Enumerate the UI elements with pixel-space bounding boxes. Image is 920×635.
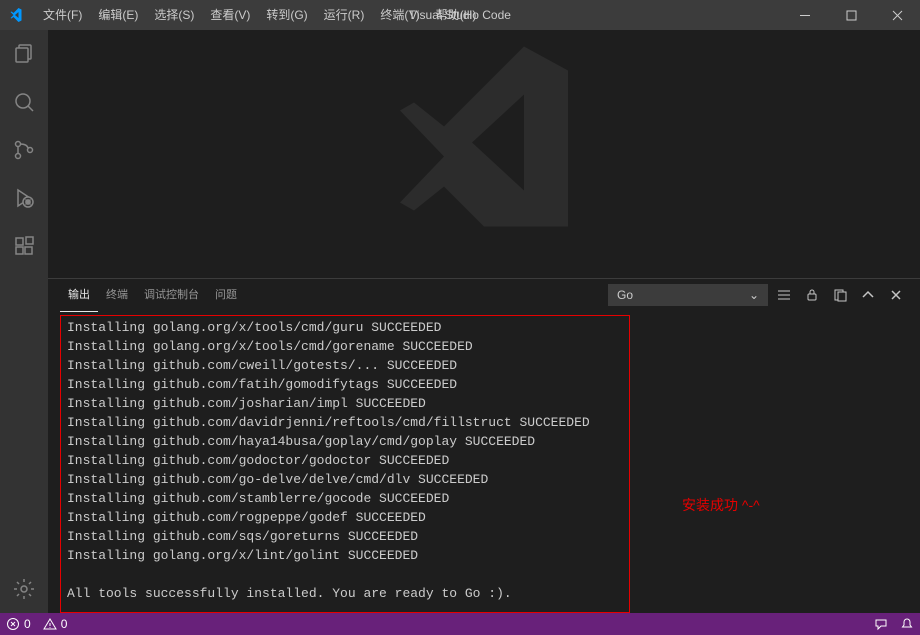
window-title: Visual Studio Code: [409, 8, 511, 22]
menu-go[interactable]: 转到(G): [258, 0, 315, 30]
editor-area[interactable]: [48, 30, 920, 278]
feedback-icon: [874, 617, 888, 631]
warning-icon: [43, 617, 57, 631]
titlebar: 文件(F) 编辑(E) 选择(S) 查看(V) 转到(G) 运行(R) 终端(T…: [0, 0, 920, 30]
maximize-panel-icon[interactable]: [856, 283, 880, 307]
main-area: 输出 终端 调试控制台 问题 Go ⌄: [48, 30, 920, 613]
menu-selection[interactable]: 选择(S): [146, 0, 202, 30]
panel-tabs: 输出 终端 调试控制台 问题 Go ⌄: [48, 279, 920, 311]
panel: 输出 终端 调试控制台 问题 Go ⌄: [48, 278, 920, 613]
status-notifications[interactable]: [894, 613, 920, 635]
bell-icon: [900, 617, 914, 631]
settings-gear-icon[interactable]: [0, 565, 48, 613]
output-content[interactable]: Installing golang.org/x/tools/cmd/guru S…: [60, 315, 630, 613]
tab-problems[interactable]: 问题: [207, 279, 245, 312]
error-icon: [6, 617, 20, 631]
activity-bar: [0, 30, 48, 613]
close-button[interactable]: [874, 0, 920, 30]
tab-terminal[interactable]: 终端: [98, 279, 136, 312]
vscode-watermark-icon: [384, 30, 584, 232]
menu-file[interactable]: 文件(F): [35, 0, 90, 30]
vscode-logo-icon: [0, 7, 35, 23]
status-warnings[interactable]: 0: [37, 613, 74, 635]
clear-output-icon[interactable]: [772, 283, 796, 307]
tab-debug-console[interactable]: 调试控制台: [136, 279, 207, 312]
search-icon[interactable]: [0, 78, 48, 126]
open-log-icon[interactable]: [828, 283, 852, 307]
run-debug-icon[interactable]: [0, 174, 48, 222]
source-control-icon[interactable]: [0, 126, 48, 174]
maximize-button[interactable]: [828, 0, 874, 30]
chevron-down-icon: ⌄: [749, 288, 759, 302]
annotation-text: 安装成功 ^-^: [630, 315, 760, 605]
warning-count: 0: [61, 617, 68, 631]
minimize-button[interactable]: [782, 0, 828, 30]
extensions-icon[interactable]: [0, 222, 48, 270]
menu-run[interactable]: 运行(R): [316, 0, 373, 30]
dropdown-value: Go: [617, 288, 633, 302]
status-feedback[interactable]: [868, 613, 894, 635]
status-bar: 0 0: [0, 613, 920, 635]
tab-output[interactable]: 输出: [60, 279, 98, 312]
close-panel-icon[interactable]: [884, 283, 908, 307]
window-controls: [782, 0, 920, 30]
menu-edit[interactable]: 编辑(E): [90, 0, 146, 30]
menu-view[interactable]: 查看(V): [202, 0, 258, 30]
lock-scroll-icon[interactable]: [800, 283, 824, 307]
error-count: 0: [24, 617, 31, 631]
output-channel-dropdown[interactable]: Go ⌄: [608, 284, 768, 306]
status-errors[interactable]: 0: [0, 613, 37, 635]
explorer-icon[interactable]: [0, 30, 48, 78]
